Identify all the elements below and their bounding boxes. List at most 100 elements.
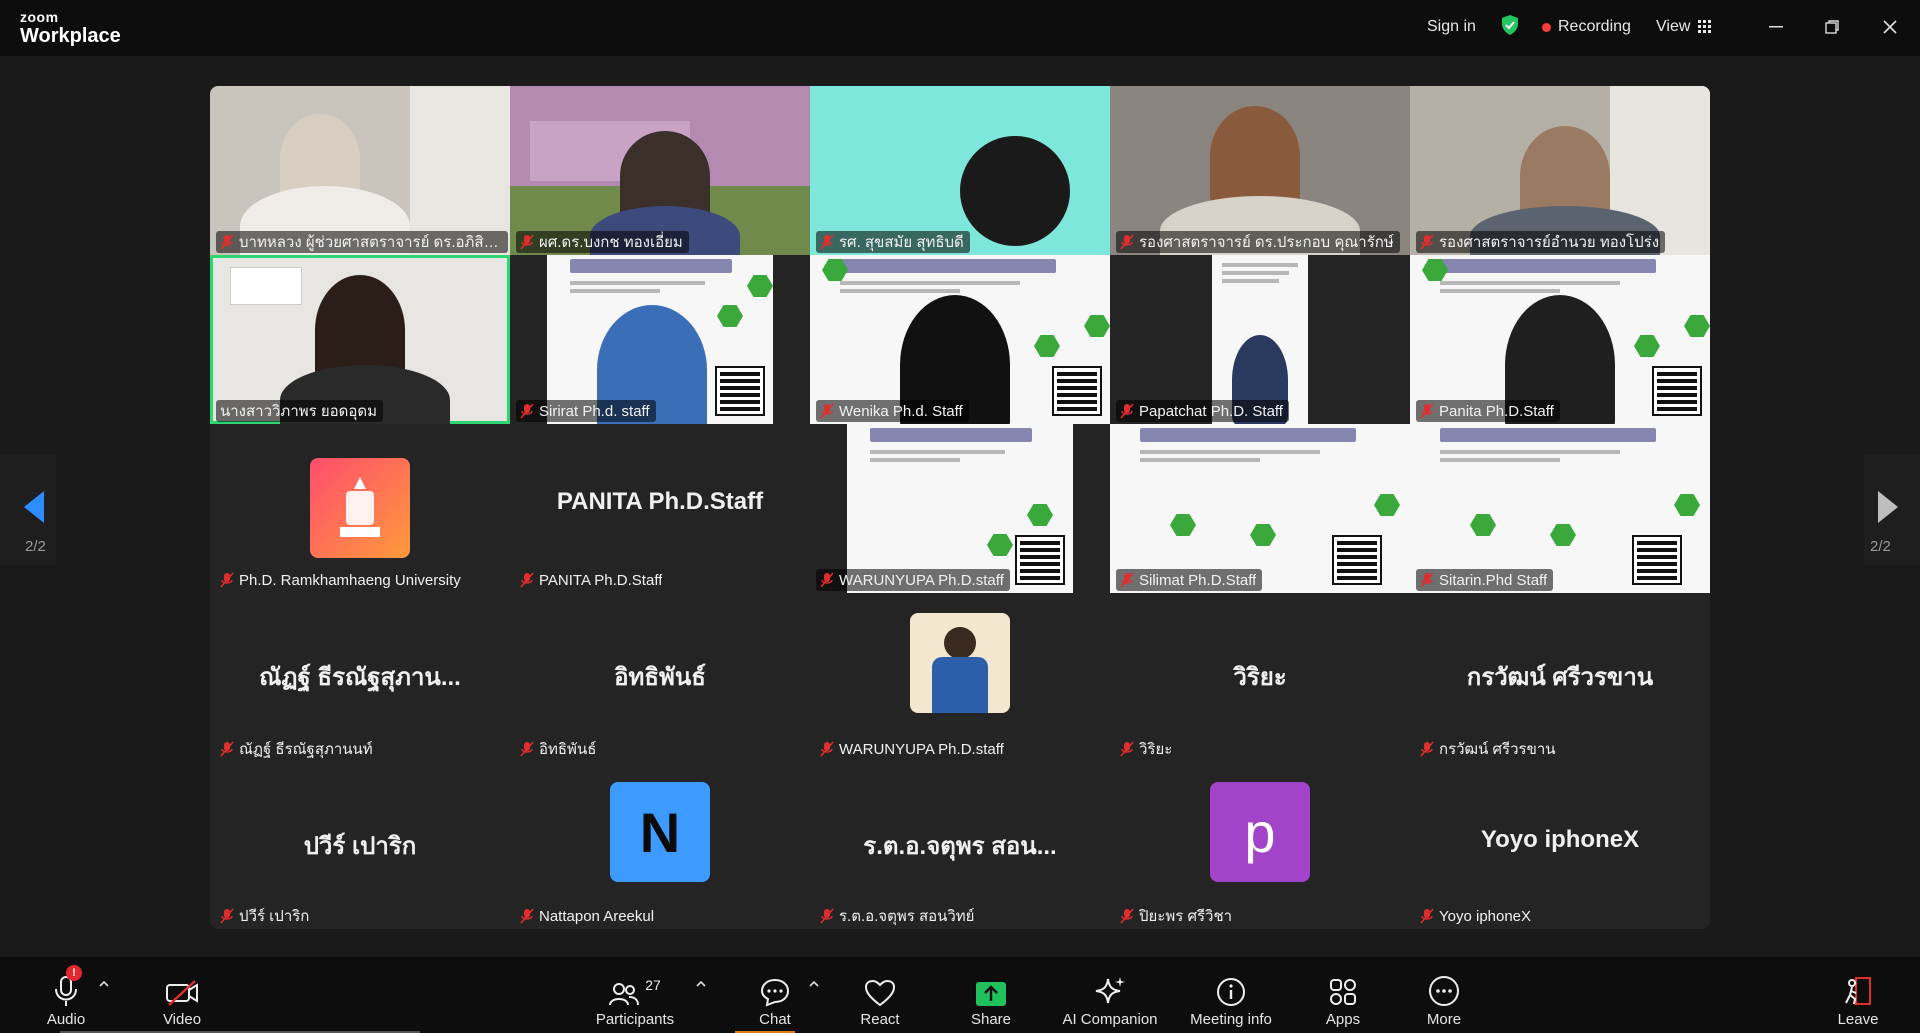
participant-name: ผศ.ดร.บงกช ทองเอี่ยม xyxy=(539,234,683,251)
active-speaker-tile[interactable]: นางสาววิภาพร ยอดอุดม xyxy=(210,255,510,424)
share-label: Share xyxy=(970,1011,1012,1028)
participant-name: Yoyo iphoneX xyxy=(1439,907,1532,925)
close-icon[interactable] xyxy=(1876,14,1904,40)
participant-name: กรวัฒน์ ศรีวรขาน xyxy=(1439,741,1556,758)
participant-tile[interactable]: รองศาสตราจารย์ ดร.ประกอบ คุณารักษ์ xyxy=(1110,86,1410,255)
video-button[interactable]: Video xyxy=(152,957,212,1033)
presentation-slide xyxy=(1410,255,1710,424)
audio-label: Audio xyxy=(46,1011,86,1028)
muted-mic-icon xyxy=(1420,908,1434,924)
muted-mic-icon xyxy=(520,908,534,924)
muted-mic-icon xyxy=(1420,234,1434,250)
participant-tile[interactable]: ผศ.ดร.บงกช ทองเอี่ยม xyxy=(510,86,810,255)
participant-display-name: ปวีร์ เปาริก xyxy=(303,833,417,860)
participant-name-bar: รองศาสตราจารย์อำนวย ทองโปร่ง xyxy=(1416,231,1666,253)
leave-door-icon xyxy=(1845,977,1871,1005)
chat-options-caret-icon[interactable] xyxy=(808,979,820,989)
apps-button[interactable]: Apps xyxy=(1313,957,1373,1033)
participant-tile[interactable]: รศ. สุขสมัย สุทธิบดี xyxy=(810,86,1110,255)
participant-tile[interactable]: อิทธิพันธ์ อิทธิพันธ์ xyxy=(510,593,810,762)
participant-display-name: กรวัฒน์ ศรีวรขาน xyxy=(1466,664,1654,691)
heart-icon xyxy=(864,979,896,1007)
participant-name-bar: Silimat Ph.D.Staff xyxy=(1116,569,1263,591)
meeting-info-button[interactable]: Meeting info xyxy=(1181,957,1281,1033)
title-bar: zoom Workplace Sign in Recording View xyxy=(0,0,1920,56)
react-label: React xyxy=(860,1011,900,1028)
participant-name: นางสาววิภาพร ยอดอุดม xyxy=(220,403,378,420)
audio-alert-badge: ! xyxy=(66,965,82,981)
muted-mic-icon xyxy=(820,572,834,588)
participant-name: Silimat Ph.D.Staff xyxy=(1139,571,1257,589)
more-button[interactable]: More xyxy=(1414,957,1474,1033)
participants-options-caret-icon[interactable] xyxy=(695,979,707,989)
participant-tile[interactable]: Sitarin.Phd Staff xyxy=(1410,424,1710,593)
participant-name: รองศาสตราจารย์ ดร.ประกอบ คุณารักษ์ xyxy=(1139,234,1394,251)
meeting-toolbar: Audio ! Video 27 Participants Chat React… xyxy=(0,957,1920,1033)
participant-tile[interactable]: Ph.D. Ramkhamhaeng University xyxy=(210,424,510,593)
restore-icon[interactable] xyxy=(1818,14,1846,40)
participant-name: ปิยะพร ศรีวิชา xyxy=(1139,908,1233,925)
participant-tile[interactable]: รองศาสตราจารย์อำนวย ทองโปร่ง xyxy=(1410,86,1710,255)
ai-companion-button[interactable]: AI Companion xyxy=(1060,957,1160,1033)
participant-tile[interactable]: วิริยะ วิริยะ xyxy=(1110,593,1410,762)
participant-tile[interactable]: ปวีร์ เปาริก ปวีร์ เปาริก xyxy=(210,762,510,929)
participant-name-bar: Nattapon Areekul xyxy=(516,905,660,927)
audio-options-caret-icon[interactable] xyxy=(98,979,110,989)
chat-icon xyxy=(760,978,790,1007)
participant-tile[interactable]: WARUNYUPA Ph.D.staff xyxy=(810,593,1110,762)
participant-name: Panita Ph.D.Staff xyxy=(1439,402,1554,420)
ai-companion-label: AI Companion xyxy=(1062,1011,1158,1028)
muted-mic-icon xyxy=(1120,908,1134,924)
meeting-info-label: Meeting info xyxy=(1190,1011,1272,1028)
recording-dot-icon xyxy=(1542,22,1551,32)
presentation-slide xyxy=(547,255,773,424)
view-label: View xyxy=(1656,18,1691,35)
participant-tile[interactable]: Panita Ph.D.Staff xyxy=(1410,255,1710,424)
participant-tile[interactable]: Sirirat Ph.d. staff xyxy=(510,255,810,424)
muted-mic-icon xyxy=(520,741,534,757)
more-icon xyxy=(1429,976,1459,1006)
minimize-icon[interactable] xyxy=(1762,14,1790,40)
share-button[interactable]: Share xyxy=(961,957,1021,1033)
participant-name: Ph.D. Ramkhamhaeng University xyxy=(239,571,461,589)
participant-tile[interactable]: ณัฏฐ์ ธีรณัฐสุภาน... ณัฏฐ์ ธีรณัฐสุภานนท… xyxy=(210,593,510,762)
muted-mic-icon xyxy=(520,572,534,588)
chat-button[interactable]: Chat xyxy=(745,957,805,1033)
participant-name-bar: Sitarin.Phd Staff xyxy=(1416,569,1554,591)
sign-in-button[interactable]: Sign in xyxy=(1427,14,1476,40)
muted-mic-icon xyxy=(1120,403,1134,419)
participant-name: Sirirat Ph.d. staff xyxy=(539,402,650,420)
participant-tile[interactable]: Wenika Ph.d. Staff xyxy=(810,255,1110,424)
participant-tile[interactable]: Silimat Ph.D.Staff xyxy=(1110,424,1410,593)
info-icon xyxy=(1217,978,1245,1006)
encryption-shield-icon[interactable] xyxy=(1500,14,1520,36)
participant-name-bar: Wenika Ph.d. Staff xyxy=(816,400,969,422)
grid-icon xyxy=(1698,20,1712,33)
participant-tile[interactable]: p ปิยะพร ศรีวิชา xyxy=(1110,762,1410,929)
share-screen-icon xyxy=(976,982,1006,1006)
initial-avatar: N xyxy=(610,782,710,882)
participant-tile[interactable]: ร.ต.อ.จตุพร สอน... ร.ต.อ.จตุพร สอนวิทย์ xyxy=(810,762,1110,929)
participant-tile[interactable]: WARUNYUPA Ph.D.staff xyxy=(810,424,1110,593)
participant-tile[interactable]: Yoyo iphoneX Yoyo iphoneX xyxy=(1410,762,1710,929)
participant-name: Papatchat Ph.D. Staff xyxy=(1139,402,1283,420)
participant-name: Sitarin.Phd Staff xyxy=(1439,571,1548,589)
view-button[interactable]: View xyxy=(1656,14,1712,40)
presentation-slide xyxy=(1410,424,1710,593)
participant-tile[interactable]: PANITA Ph.D.Staff PANITA Ph.D.Staff xyxy=(510,424,810,593)
participant-tile[interactable]: N Nattapon Areekul xyxy=(510,762,810,929)
participant-name-bar: Sirirat Ph.d. staff xyxy=(516,400,656,422)
react-button[interactable]: React xyxy=(850,957,910,1033)
recording-indicator[interactable]: Recording xyxy=(1542,14,1631,40)
participant-name-bar: Panita Ph.D.Staff xyxy=(1416,400,1560,422)
logo-brand-top: zoom xyxy=(20,9,59,25)
participant-tile[interactable]: Papatchat Ph.D. Staff xyxy=(1110,255,1410,424)
participants-button[interactable]: 27 Participants xyxy=(590,957,680,1033)
participant-tile[interactable]: กรวัฒน์ ศรีวรขาน กรวัฒน์ ศรีวรขาน xyxy=(1410,593,1710,762)
muted-mic-icon xyxy=(1420,403,1434,419)
sparkle-icon xyxy=(1095,977,1125,1004)
participant-display-name: ร.ต.อ.จตุพร สอน... xyxy=(863,833,1057,860)
participant-name: อิทธิพันธ์ xyxy=(539,741,597,758)
leave-button[interactable]: Leave xyxy=(1828,957,1888,1033)
participant-tile[interactable]: บาทหลวง ผู้ช่วยศาสตราจารย์ ดร.อภิสิทธิ์ … xyxy=(210,86,510,255)
